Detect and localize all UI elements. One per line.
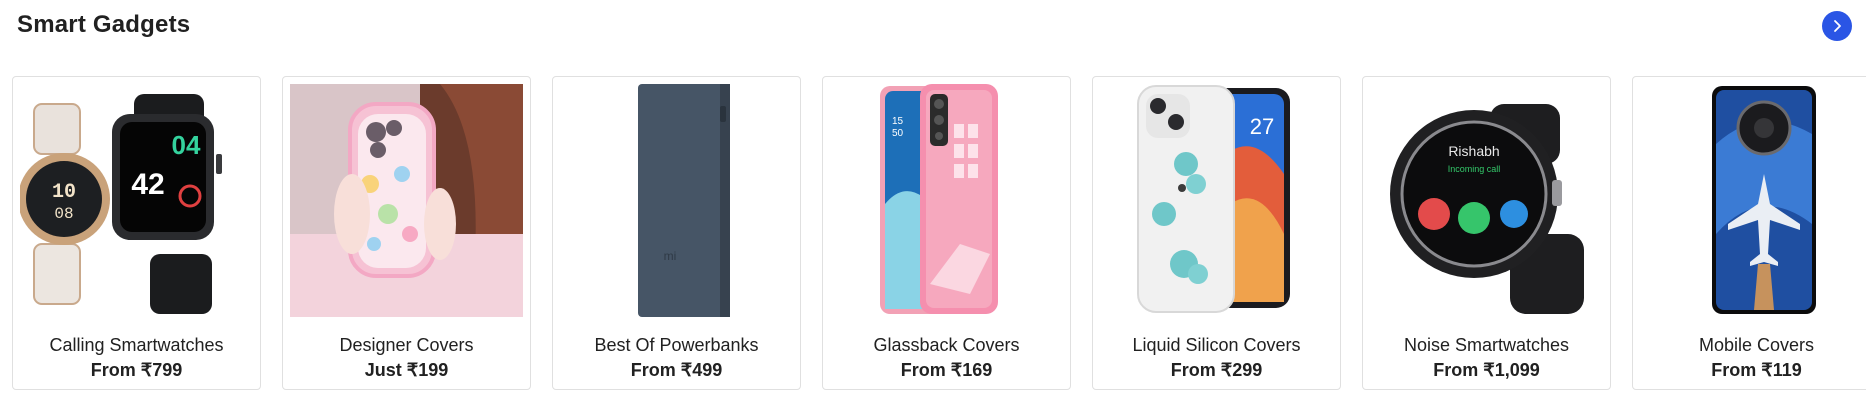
next-button[interactable] xyxy=(1822,11,1852,41)
product-card-mobile-covers[interactable]: Mobile Covers From ₹119 xyxy=(1632,76,1866,390)
product-card-noise-smartwatches[interactable]: Rishabh Incoming call Noise Smartwatches… xyxy=(1362,76,1611,390)
phone-time-minutes: 50 xyxy=(892,128,904,139)
watch-square-hour: 04 xyxy=(172,130,201,160)
product-name: Calling Smartwatches xyxy=(49,335,224,355)
phone-time-hours: 15 xyxy=(892,116,904,127)
product-price: From ₹1,099 xyxy=(1433,360,1540,380)
product-image: 15 50 xyxy=(830,84,1063,317)
product-name: Mobile Covers xyxy=(1698,335,1815,355)
product-price: Just ₹199 xyxy=(364,360,449,380)
product-price: From ₹299 xyxy=(1170,360,1263,380)
product-price: From ₹799 xyxy=(90,360,183,380)
product-image: Rishabh Incoming call xyxy=(1370,84,1603,317)
product-card-designer-covers[interactable]: Designer Covers Just ₹199 xyxy=(282,76,531,390)
product-price: From ₹499 xyxy=(630,360,723,380)
product-price: From ₹119 xyxy=(1711,360,1802,380)
product-card-calling-smartwatches[interactable]: 10 08 04 42 Calling Smartwatches From ₹7… xyxy=(12,76,261,390)
product-name: Glassback Covers xyxy=(873,335,1020,355)
watch-time-text: 10 xyxy=(52,181,76,204)
product-price: From ₹169 xyxy=(900,360,993,380)
product-name: Designer Covers xyxy=(339,335,474,355)
product-image: 27 xyxy=(1100,84,1333,317)
product-name: Noise Smartwatches xyxy=(1403,335,1570,355)
product-card-glassback-covers[interactable]: 15 50 Glassback Covers From ₹169 xyxy=(822,76,1071,390)
product-image: 10 08 04 42 xyxy=(20,84,253,317)
noise-status: Incoming call xyxy=(1448,164,1501,174)
watch-minutes-text: 08 xyxy=(54,205,73,223)
product-image xyxy=(1640,84,1866,317)
watch-square-big: 42 xyxy=(131,168,164,201)
phone-date: 27 xyxy=(1250,114,1274,139)
chevron-right-icon xyxy=(1834,20,1841,32)
product-card-best-of-powerbanks[interactable]: mi Best Of Powerbanks From ₹499 xyxy=(552,76,801,390)
section-header: Smart Gadgets xyxy=(17,8,190,42)
product-name: Liquid Silicon Covers xyxy=(1132,335,1301,355)
noise-caller: Rishabh xyxy=(1448,143,1499,159)
product-card-liquid-silicon-covers[interactable]: 27 Liquid Silicon Covers From ₹299 xyxy=(1092,76,1341,390)
powerbank-logo: mi xyxy=(664,249,677,263)
product-image xyxy=(290,84,523,317)
section-title: Smart Gadgets xyxy=(17,11,191,38)
product-name: Best Of Powerbanks xyxy=(594,335,759,355)
product-carousel: 10 08 04 42 Calling Smartwatches From ₹7… xyxy=(12,76,1866,392)
product-image: mi xyxy=(560,84,793,317)
